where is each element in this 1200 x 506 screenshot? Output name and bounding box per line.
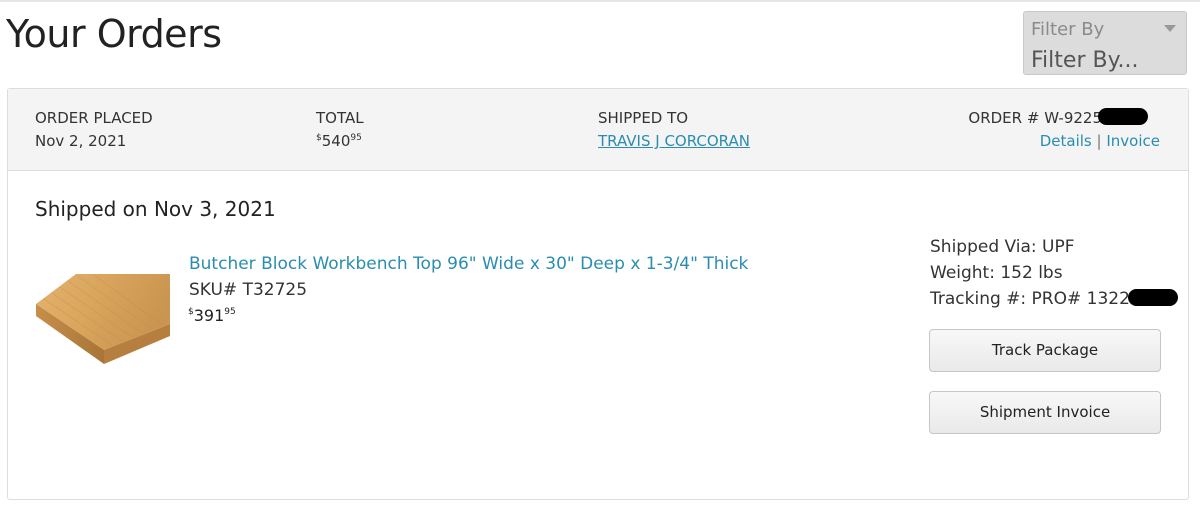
order-links: Details | Invoice xyxy=(1040,132,1160,150)
top-divider xyxy=(0,0,1200,2)
product-title-link[interactable]: Butcher Block Workbench Top 96" Wide x 3… xyxy=(189,254,748,274)
shipped-on-date: Shipped on Nov 3, 2021 xyxy=(35,197,276,221)
total-whole: 540 xyxy=(321,132,351,150)
product-price: $39195 xyxy=(188,306,236,325)
order-number-label: ORDER # W-9225 xyxy=(968,109,1102,127)
price-currency: $ xyxy=(188,307,194,317)
shipped-via: Shipped Via: UPF xyxy=(930,237,1075,257)
order-header: ORDER PLACED Nov 2, 2021 TOTAL $54095 SH… xyxy=(8,89,1188,171)
order-placed-date: Nov 2, 2021 xyxy=(35,132,127,150)
link-separator: | xyxy=(1096,132,1102,150)
total-label: TOTAL xyxy=(316,109,364,127)
butcher-block-image[interactable] xyxy=(34,272,170,364)
details-link[interactable]: Details xyxy=(1040,132,1092,150)
shipment-invoice-button[interactable]: Shipment Invoice xyxy=(929,391,1161,434)
product-sku: SKU# T32725 xyxy=(189,280,308,300)
total-cents: 95 xyxy=(350,133,362,143)
shipped-to-label: SHIPPED TO xyxy=(598,109,689,127)
price-whole: 391 xyxy=(193,306,225,325)
order-number: ORDER # W-9225 xyxy=(968,108,1148,127)
price-cents: 95 xyxy=(224,307,236,317)
order-card: ORDER PLACED Nov 2, 2021 TOTAL $54095 SH… xyxy=(7,88,1189,500)
filter-label: Filter By xyxy=(1031,19,1105,40)
tracking-number: Tracking #: PRO# 1322 xyxy=(930,289,1130,309)
shipment-info: Shipped Via: UPF Weight: 152 lbs Trackin… xyxy=(930,234,1178,312)
chevron-down-icon xyxy=(1164,25,1176,32)
track-package-button[interactable]: Track Package xyxy=(929,329,1161,372)
shipped-to-name-link[interactable]: TRAVIS J CORCORAN xyxy=(598,132,750,150)
page-title: Your Orders xyxy=(6,12,222,56)
tracking-line: Tracking #: PRO# 1322 xyxy=(930,286,1178,312)
filter-selected-value: Filter By... xyxy=(1031,48,1139,73)
redaction-mark xyxy=(1127,288,1178,306)
filter-select[interactable]: Filter By Filter By... xyxy=(1023,11,1187,75)
redaction-mark xyxy=(1098,108,1148,125)
order-total: $54095 xyxy=(316,132,362,150)
total-currency: $ xyxy=(316,133,322,143)
order-placed-label: ORDER PLACED xyxy=(35,109,153,127)
invoice-link[interactable]: Invoice xyxy=(1106,132,1160,150)
shipment-weight: Weight: 152 lbs xyxy=(930,263,1063,283)
